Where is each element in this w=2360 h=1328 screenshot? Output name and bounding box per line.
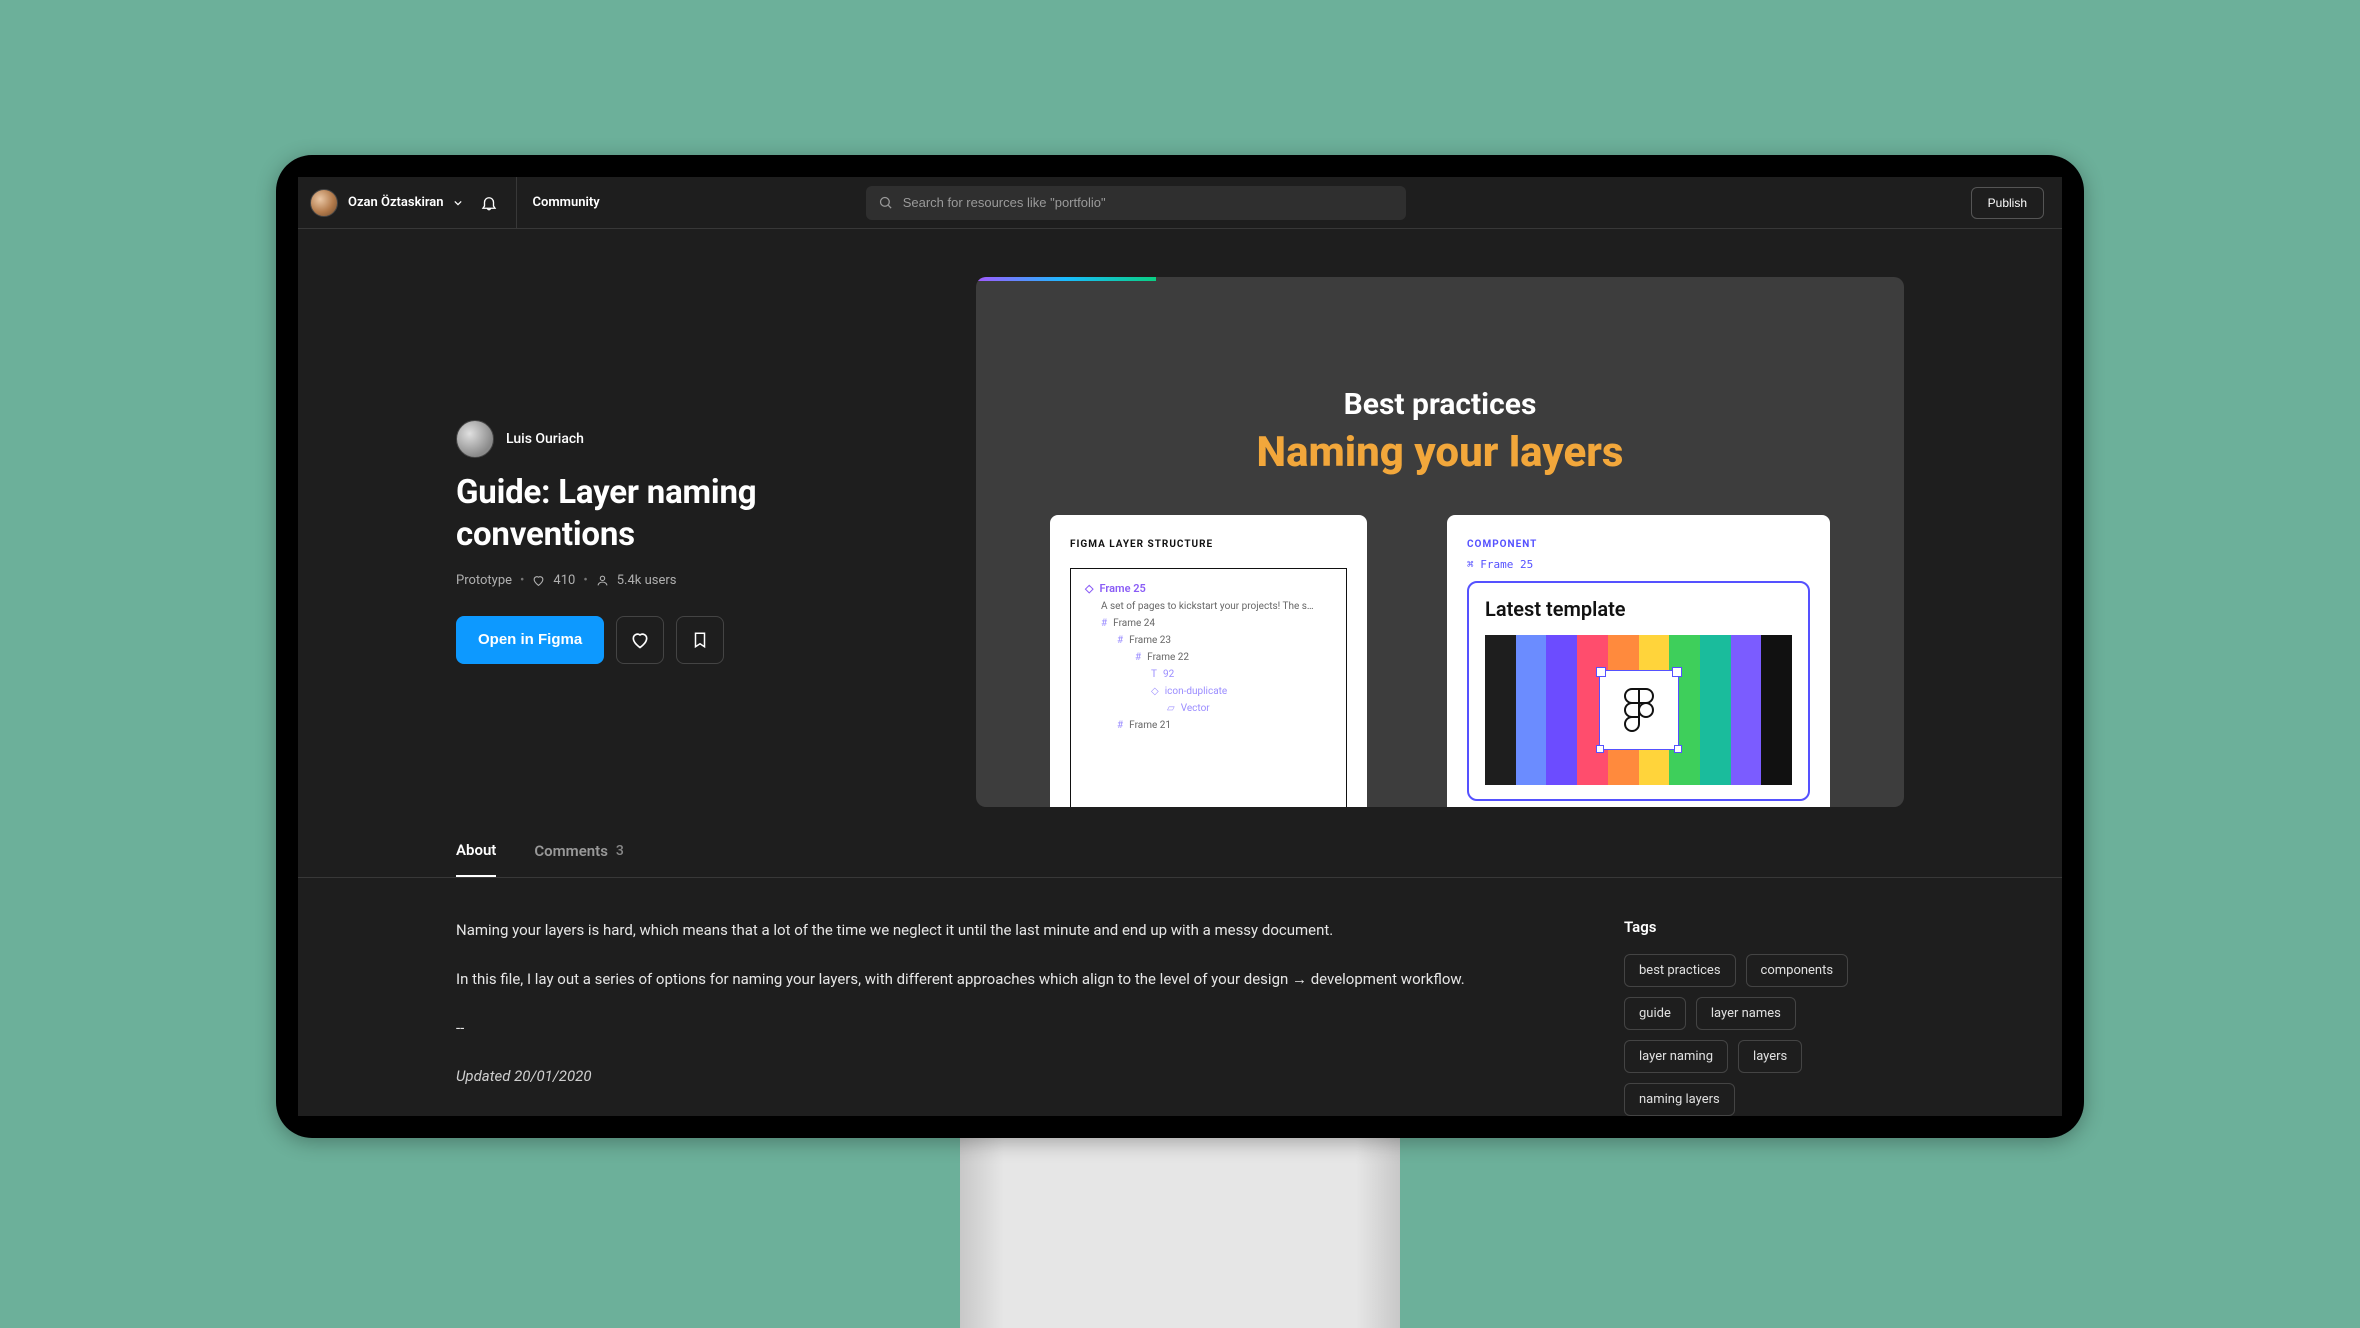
user-icon xyxy=(596,574,609,587)
author-avatar-icon xyxy=(456,420,494,458)
topbar: Ozan Öztaskiran Community Publish xyxy=(298,177,2062,229)
card-label: COMPONENT xyxy=(1467,539,1810,550)
action-row: Open in Figma xyxy=(456,616,926,664)
username-label: Ozan Öztaskiran xyxy=(348,195,444,210)
hero-preview-image: Best practices Naming your layers FIGMA … xyxy=(976,277,1904,807)
tag-chip[interactable]: layers xyxy=(1738,1040,1802,1073)
layer-panel: ◇Frame 25 A set of pages to kickstart yo… xyxy=(1070,568,1347,807)
tag-chip[interactable]: guide xyxy=(1624,997,1686,1030)
hero-section: Luis Ouriach Guide: Layer naming convent… xyxy=(298,229,2062,807)
tag-chip[interactable]: components xyxy=(1746,954,1849,987)
card-label: FIGMA LAYER STRUCTURE xyxy=(1070,539,1347,550)
preview-headings: Best practices Naming your layers xyxy=(976,277,1904,477)
hero-info: Luis Ouriach Guide: Layer naming convent… xyxy=(456,277,926,807)
tab-label: About xyxy=(456,841,496,859)
tags-heading: Tags xyxy=(1624,918,1904,936)
preview-card-left: FIGMA LAYER STRUCTURE ◇Frame 25 A set of… xyxy=(1050,515,1367,807)
divider xyxy=(516,177,517,229)
meta-row: Prototype • 410 • 5.4k users xyxy=(456,573,926,588)
figma-icon xyxy=(1624,688,1654,732)
comments-count: 3 xyxy=(616,843,624,859)
component-title: Latest template xyxy=(1485,597,1792,621)
layer-item: 92 xyxy=(1163,669,1174,680)
likes-count: 410 xyxy=(553,573,575,588)
layer-item: icon-duplicate xyxy=(1165,686,1228,697)
content-body: Naming your layers is hard, which means … xyxy=(298,878,2062,1116)
bookmark-icon xyxy=(691,630,709,650)
tag-chip[interactable]: naming layers xyxy=(1624,1083,1735,1116)
frame-ref: ⌘ Frame 25 xyxy=(1467,558,1810,571)
heart-icon xyxy=(630,630,650,650)
preview-cards: FIGMA LAYER STRUCTURE ◇Frame 25 A set of… xyxy=(1050,515,1830,807)
tab-about[interactable]: About xyxy=(456,841,496,877)
tab-comments[interactable]: Comments 3 xyxy=(534,841,624,877)
search-input[interactable] xyxy=(903,195,1394,210)
figma-logo-chip xyxy=(1600,671,1678,749)
layer-item: Frame 25 xyxy=(1099,582,1145,595)
layer-item: Frame 24 xyxy=(1113,618,1155,629)
notifications-button[interactable] xyxy=(472,186,506,220)
description-paragraph: In this file, I lay out a series of opti… xyxy=(456,967,1504,992)
component-box: Latest template xyxy=(1467,581,1810,801)
layer-item: Frame 23 xyxy=(1129,635,1171,646)
publish-button[interactable]: Publish xyxy=(1971,187,2044,219)
layer-item: Frame 21 xyxy=(1129,720,1171,731)
user-avatar-icon xyxy=(310,189,338,217)
heart-icon xyxy=(532,574,545,587)
author-name-label: Luis Ouriach xyxy=(506,431,584,447)
preview-title: Naming your layers xyxy=(976,428,1904,477)
layer-item: Vector xyxy=(1181,703,1210,714)
tab-label: Comments xyxy=(534,842,608,860)
community-nav-link[interactable]: Community xyxy=(527,195,606,210)
tabs: About Comments 3 xyxy=(298,807,2062,878)
description-paragraph: Naming your layers is hard, which means … xyxy=(456,918,1504,943)
layer-item: Frame 22 xyxy=(1147,652,1189,663)
updated-line: Updated 20/01/2020 xyxy=(456,1064,1504,1089)
search-icon xyxy=(878,195,893,210)
preview-card-right: COMPONENT ⌘ Frame 25 Latest template xyxy=(1447,515,1830,807)
app-window: Ozan Öztaskiran Community Publish Luis O… xyxy=(298,177,2062,1116)
accent-bar xyxy=(976,277,1156,281)
bell-icon xyxy=(480,194,498,212)
tag-chip[interactable]: layer names xyxy=(1696,997,1796,1030)
author-link[interactable]: Luis Ouriach xyxy=(456,420,926,458)
save-button[interactable] xyxy=(676,616,724,664)
like-button[interactable] xyxy=(616,616,664,664)
color-strip xyxy=(1485,635,1792,785)
layer-item: A set of pages to kickstart your project… xyxy=(1101,601,1314,612)
search-bar[interactable] xyxy=(866,186,1406,220)
open-in-figma-button[interactable]: Open in Figma xyxy=(456,616,604,664)
description-separator: -- xyxy=(456,1016,1504,1041)
tag-chip[interactable]: layer naming xyxy=(1624,1040,1728,1073)
description: Naming your layers is hard, which means … xyxy=(456,918,1504,1116)
user-menu[interactable]: Ozan Öztaskiran xyxy=(306,189,472,217)
chevron-down-icon xyxy=(454,199,462,207)
tags-list: best practices components guide layer na… xyxy=(1624,954,1904,1116)
tags-sidebar: Tags best practices components guide lay… xyxy=(1624,918,1904,1116)
tag-chip[interactable]: best practices xyxy=(1624,954,1736,987)
page-title: Guide: Layer naming conventions xyxy=(456,472,926,555)
monitor-frame: Ozan Öztaskiran Community Publish Luis O… xyxy=(276,155,2084,1138)
preview-subtitle: Best practices xyxy=(976,387,1904,422)
resource-type-label: Prototype xyxy=(456,573,512,588)
users-count: 5.4k users xyxy=(617,573,677,588)
monitor-stand xyxy=(960,1138,1400,1328)
